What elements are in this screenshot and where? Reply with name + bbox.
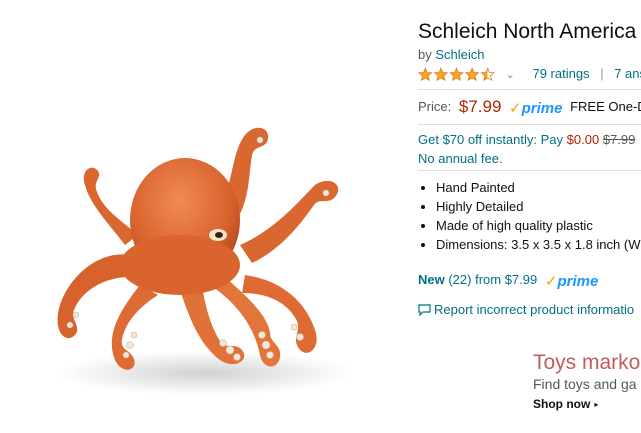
prime-check-icon: ✓: [544, 273, 558, 290]
new-offers-label[interactable]: New: [418, 272, 445, 287]
shop-now-button[interactable]: Shop now ▸: [533, 395, 640, 414]
answered-questions-link[interactable]: 7 ans: [614, 66, 641, 81]
divider: |: [600, 66, 604, 81]
divider: [418, 124, 641, 125]
prime-check-icon: ✓: [509, 100, 522, 117]
divider: [418, 89, 641, 90]
promo-strike-price: $7.99: [602, 132, 636, 147]
octopus-figure: [55, 127, 355, 395]
byline: by Schleich: [418, 47, 485, 62]
card-promo[interactable]: Get $70 off instantly: Pay $0.00 $7.99 N…: [418, 130, 635, 168]
feature-item: Made of high quality plastic: [436, 216, 640, 235]
promo-price: $0.00: [566, 132, 600, 147]
feature-item: Dimensions: 3.5 x 3.5 x 1.8 inch (W: [436, 235, 640, 254]
star-rating[interactable]: [418, 66, 496, 83]
ad-title: Toys marko: [533, 351, 641, 374]
prime-logo: prime: [557, 273, 599, 290]
report-incorrect-info-link[interactable]: Report incorrect product informatio: [434, 302, 634, 317]
new-offers[interactable]: New (22) from $7.99 ✓prime: [418, 272, 598, 290]
report-link-row[interactable]: Report incorrect product informatio: [418, 302, 634, 317]
divider: [418, 170, 641, 171]
ad-subtitle: Find toys and ga: [533, 376, 637, 392]
feature-item: Highly Detailed: [436, 197, 640, 216]
feature-item: Hand Painted: [436, 178, 640, 197]
shipping-text: FREE One-Day: [570, 99, 641, 114]
chevron-down-icon[interactable]: ⌄: [506, 69, 515, 81]
comment-icon: [418, 304, 431, 317]
caret-right-icon: ▸: [594, 400, 599, 409]
rating-row: ⌄ 79 ratings | 7 ans: [418, 66, 641, 84]
brand-link[interactable]: Schleich: [435, 47, 484, 62]
ratings-count-link[interactable]: 79 ratings: [532, 66, 589, 81]
new-offers-link[interactable]: (22) from $7.99: [445, 272, 537, 287]
promo-line-2[interactable]: No annual fee.: [418, 149, 635, 168]
price-label: Price:: [418, 99, 452, 114]
prime-badge[interactable]: ✓prime: [509, 99, 562, 117]
product-image[interactable]: [30, 105, 380, 415]
promo-text[interactable]: Get $70 off instantly: Pay: [418, 132, 563, 147]
price-row: Price: $7.99 ✓prime FREE One-Day: [418, 97, 641, 117]
prime-logo: prime: [521, 100, 563, 117]
prime-badge: ✓prime: [545, 272, 598, 290]
by-label: by: [418, 47, 432, 62]
promo-line-1: Get $70 off instantly: Pay $0.00 $7.99: [418, 130, 635, 149]
price-value: $7.99: [458, 97, 502, 116]
feature-bullets: Hand Painted Highly Detailed Made of hig…: [418, 178, 640, 254]
ad-banner[interactable]: Toys marko Find toys and ga Shop now ▸: [533, 351, 640, 414]
shop-now-label: Shop now: [533, 397, 591, 411]
product-title: Schleich North America: [418, 20, 637, 43]
star-icons: [418, 66, 496, 81]
